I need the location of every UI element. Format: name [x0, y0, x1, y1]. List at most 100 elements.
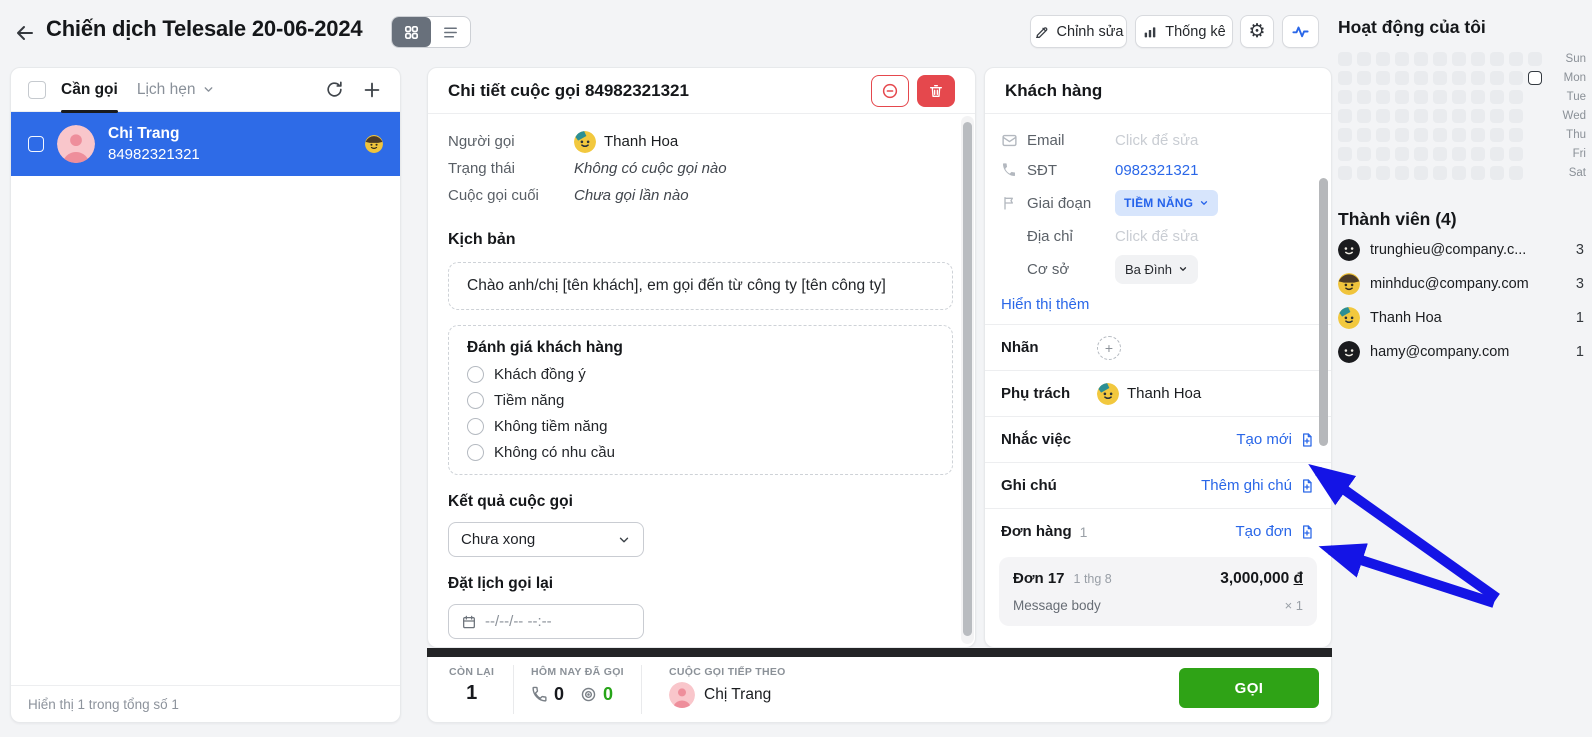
note-label: Ghi chú: [1001, 477, 1057, 494]
contact-row-selected[interactable]: Chị Trang 84982321321: [11, 112, 400, 176]
stats-button[interactable]: Thống kê: [1135, 15, 1233, 48]
member-row[interactable]: trunghieu@company.c...3: [1338, 233, 1584, 267]
plus-icon[interactable]: [361, 79, 383, 101]
member-row[interactable]: Thanh Hoa1: [1338, 301, 1584, 335]
member-name: minhduc@company.com: [1370, 276, 1568, 292]
evaluation-title: Đánh giá khách hàng: [467, 339, 934, 357]
remove-from-campaign-button[interactable]: [871, 75, 909, 107]
activity-cell: [1452, 90, 1466, 104]
list-count-text: Hiển thị 1 trong tổng số 1: [28, 697, 179, 712]
create-reminder-link[interactable]: Tạo mới: [1236, 431, 1315, 448]
radio-icon[interactable]: [467, 392, 484, 409]
chevron-down-icon: [617, 533, 631, 547]
branch-value: Ba Đình: [1125, 262, 1172, 277]
evaluation-option[interactable]: Không có nhu cầu: [467, 444, 934, 461]
members-list: trunghieu@company.c...3minhduc@company.c…: [1338, 233, 1584, 369]
heatmap-row: Thu: [1338, 125, 1588, 144]
order-count: 1: [1080, 524, 1088, 540]
grid-view-button[interactable]: [392, 17, 431, 47]
select-all-checkbox[interactable]: [28, 81, 46, 99]
settings-button[interactable]: ⚙: [1240, 15, 1274, 48]
branch-label: Cơ sở: [1027, 261, 1115, 278]
evaluation-option[interactable]: Tiềm năng: [467, 392, 934, 409]
customer-scrollbar[interactable]: [1317, 116, 1330, 644]
radio-icon[interactable]: [467, 444, 484, 461]
add-tag-button[interactable]: +: [1097, 336, 1121, 360]
call-list-panel: Cần gọi Lịch hẹn Chị Trang 84982321321 H…: [10, 67, 401, 723]
radio-icon[interactable]: [467, 418, 484, 435]
add-note-link[interactable]: Thêm ghi chú: [1201, 477, 1315, 494]
evaluation-option-label: Khách đồng ý: [494, 366, 586, 383]
call-result-select[interactable]: Chưa xong: [448, 522, 644, 557]
order-card[interactable]: Đơn 17 1 thg 8 3,000,000 đ Message body …: [999, 557, 1317, 626]
member-row[interactable]: minhduc@company.com3: [1338, 267, 1584, 301]
radio-icon[interactable]: [467, 366, 484, 383]
address-row[interactable]: Địa chỉ Click để sửa: [985, 221, 1331, 251]
activity-cell: [1509, 71, 1523, 85]
heatmap-row: Tue: [1338, 87, 1588, 106]
today-called-stat: HÔM NAY ĐÃ GỌI 0 0: [531, 666, 624, 705]
activity-cell: [1395, 128, 1409, 142]
phone-row: SĐT 0982321321: [985, 155, 1331, 185]
branch-select[interactable]: Ba Đình: [1115, 255, 1198, 284]
contact-checkbox[interactable]: [28, 136, 44, 152]
show-more-link[interactable]: Hiển thị thêm: [985, 287, 1331, 324]
member-avatar: [1338, 341, 1360, 363]
chevron-down-icon: [1199, 198, 1209, 208]
evaluation-option[interactable]: Khách đồng ý: [467, 366, 934, 383]
activity-cell: [1452, 71, 1466, 85]
refresh-icon[interactable]: [325, 80, 344, 99]
stats-button-label: Thống kê: [1165, 24, 1225, 40]
activity-cell: [1357, 90, 1371, 104]
stage-row: Giai đoạn TIỀM NĂNG: [985, 185, 1331, 221]
callback-datetime-input[interactable]: --/--/-- --:--: [448, 604, 644, 639]
call-detail-body: Người gọi Thanh Hoa Trạng thái Không có …: [428, 115, 959, 647]
activity-cell: [1414, 166, 1428, 180]
address-label: Địa chỉ: [1027, 228, 1115, 245]
contact-emoji-badge: [365, 135, 383, 153]
activity-pulse-button[interactable]: [1282, 15, 1319, 48]
activity-cell: [1414, 90, 1428, 104]
stage-badge[interactable]: TIỀM NĂNG: [1115, 190, 1218, 216]
call-detail-header: Chi tiết cuộc gọi 84982321321: [428, 68, 975, 114]
status-row: Trạng thái Không có cuộc gọi nào: [448, 155, 953, 182]
tab-can-goi[interactable]: Cần gọi: [61, 68, 118, 112]
activity-cell: [1433, 90, 1447, 104]
activity-cell: [1433, 52, 1447, 66]
tag-row: Nhãn +: [985, 325, 1331, 370]
delete-button[interactable]: [917, 75, 955, 107]
member-row[interactable]: hamy@company.com1: [1338, 335, 1584, 369]
address-edit-placeholder[interactable]: Click để sửa: [1115, 228, 1198, 245]
email-row[interactable]: Email Click để sửa: [985, 125, 1331, 155]
create-order-link[interactable]: Tạo đơn: [1235, 523, 1315, 540]
scrollbar-thumb[interactable]: [1319, 178, 1328, 446]
list-view-button[interactable]: [431, 17, 470, 47]
activity-cell: [1357, 147, 1371, 161]
call-button[interactable]: GỌI: [1179, 668, 1319, 708]
grid-icon: [403, 24, 420, 41]
evaluation-option[interactable]: Không tiềm năng: [467, 418, 934, 435]
tab-lich-hen[interactable]: Lịch hẹn: [137, 68, 216, 112]
note-row: Ghi chú Thêm ghi chú: [985, 463, 1331, 508]
create-reminder-label: Tạo mới: [1236, 431, 1292, 448]
assignee-avatar: [1097, 383, 1119, 405]
edit-button[interactable]: Chỉnh sửa: [1030, 15, 1127, 48]
scrollbar-thumb[interactable]: [963, 122, 972, 636]
activity-cell: [1376, 90, 1390, 104]
activity-cell: [1414, 128, 1428, 142]
chevron-down-icon: [1178, 264, 1188, 274]
back-button[interactable]: [10, 18, 40, 48]
member-avatar: [1338, 307, 1360, 329]
call-result-value: Chưa xong: [461, 531, 535, 548]
activity-cell: [1490, 128, 1504, 142]
detail-scrollbar[interactable]: [961, 116, 974, 644]
contact-avatar: [57, 125, 95, 163]
customer-body: Email Click để sửa SĐT 0982321321 Giai đ…: [985, 115, 1331, 647]
reminder-label: Nhắc việc: [1001, 431, 1071, 448]
divider: [641, 665, 642, 714]
activity-cell: [1376, 166, 1390, 180]
phone-number-link[interactable]: 0982321321: [1115, 162, 1198, 179]
activity-cell: [1509, 90, 1523, 104]
document-add-icon: [1299, 432, 1315, 448]
email-edit-placeholder[interactable]: Click để sửa: [1115, 132, 1198, 149]
